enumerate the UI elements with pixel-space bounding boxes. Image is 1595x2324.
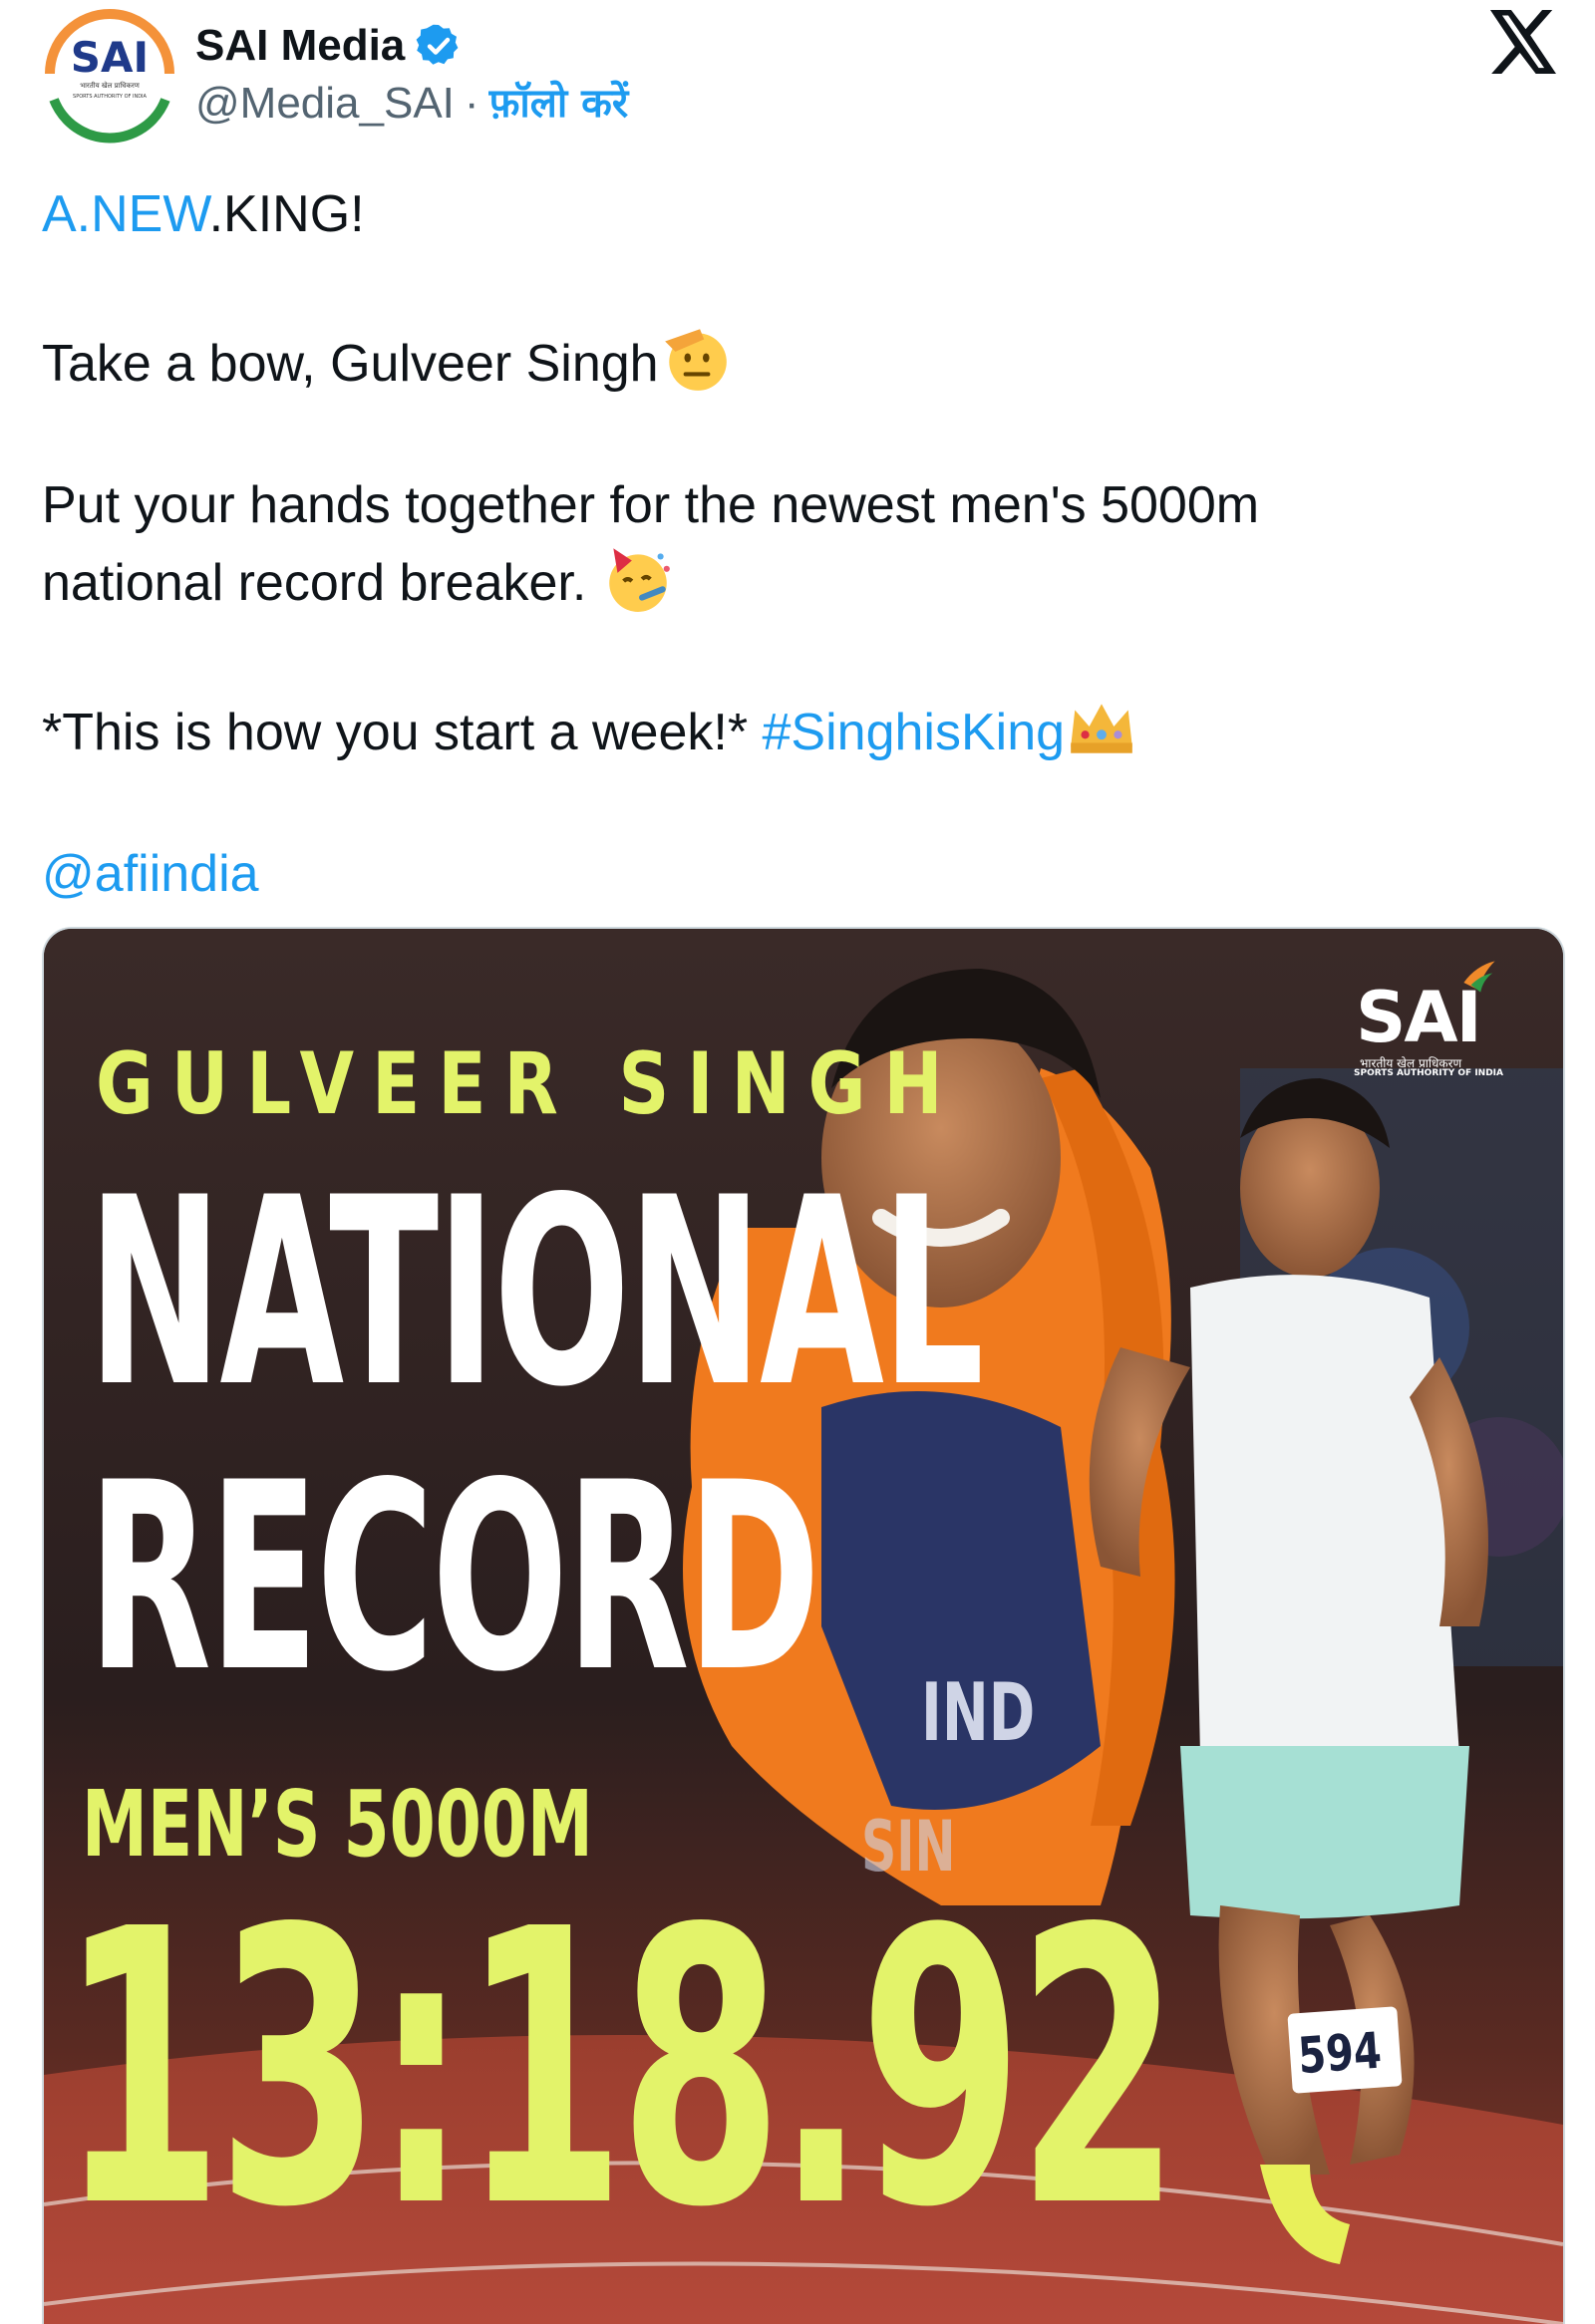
svg-text:SPORTS AUTHORITY OF INDIA: SPORTS AUTHORITY OF INDIA xyxy=(73,94,147,100)
line5-text: *This is how you start a week!* xyxy=(42,704,763,761)
partying-face-icon xyxy=(609,548,670,612)
separator: · xyxy=(464,79,479,128)
saluting-face-icon xyxy=(664,329,727,391)
display-name[interactable]: SAI Media xyxy=(195,20,463,72)
tweet-line-2: Take a bow, Gulveer Singh xyxy=(42,321,1557,399)
svg-text:भारतीय खेल प्राधिकरण: भारतीय खेल प्राधिकरण xyxy=(80,81,141,90)
record-time: 13:18.92 xyxy=(60,1849,1180,2290)
sai-logo-english: SPORTS AUTHORITY OF INDIA xyxy=(1354,1068,1503,1078)
tweet-line-5: *This is how you start a week!* #Singhis… xyxy=(42,690,1557,767)
tweet-line-1: A.NEW.KING! xyxy=(42,179,1557,249)
sai-logo-text: SAI xyxy=(1356,977,1482,1058)
mention-link[interactable]: @afiindia xyxy=(42,845,259,903)
crown-icon xyxy=(1071,704,1132,753)
headline-record: RECORD xyxy=(88,1428,820,1729)
tweet-line-4: national record breaker. xyxy=(42,540,1557,618)
bib-number: 594 xyxy=(1296,2021,1384,2086)
tweet-header: SAI भारतीय खेल प्राधिकरण SPORTS AUTHORIT… xyxy=(0,0,1595,159)
jersey-text: IND xyxy=(921,1666,1036,1759)
avatar[interactable]: SAI भारतीय खेल प्राधिकरण SPORTS AUTHORIT… xyxy=(44,4,175,144)
tweet-media-image[interactable]: SAI भारतीय खेल प्राधिकरण SPORTS AUTHORIT… xyxy=(42,927,1565,2324)
x-logo-icon[interactable] xyxy=(1489,10,1559,74)
line1-rest: .KING! xyxy=(208,185,365,243)
verified-badge-icon xyxy=(416,24,459,65)
follow-button[interactable]: फ़ॉलो करें xyxy=(489,76,629,132)
a-new-link[interactable]: A.NEW xyxy=(42,185,209,243)
handle[interactable]: @Media_SAI xyxy=(195,76,455,132)
headline-national: NATIONAL xyxy=(88,1143,984,1444)
sai-avatar-logo-icon: SAI भारतीय खेल प्राधिकरण SPORTS AUTHORIT… xyxy=(45,9,174,144)
sai-watermark-logo: SAI भारतीय खेल प्राधिकरण SPORTS AUTHORIT… xyxy=(1350,959,1519,1078)
svg-text:SAI: SAI xyxy=(71,33,149,82)
tweet-body: A.NEW.KING! Take a bow, Gulveer Singh Pu… xyxy=(42,179,1557,909)
tweet-line-6: @afiindia xyxy=(42,839,1557,909)
line2-text: Take a bow, Gulveer Singh xyxy=(42,335,659,393)
handle-line: @Media_SAI · फ़ॉलो करें xyxy=(195,76,628,132)
race-bib: 594 xyxy=(1287,2006,1403,2094)
hashtag-link[interactable]: #SinghisKing xyxy=(763,704,1066,761)
line4-text: national record breaker. xyxy=(42,554,587,612)
athlete-name: GULVEER SINGH xyxy=(96,1034,961,1134)
tweet-line-3: Put your hands together for the newest m… xyxy=(42,476,1260,534)
display-name-text: SAI Media xyxy=(195,21,406,70)
